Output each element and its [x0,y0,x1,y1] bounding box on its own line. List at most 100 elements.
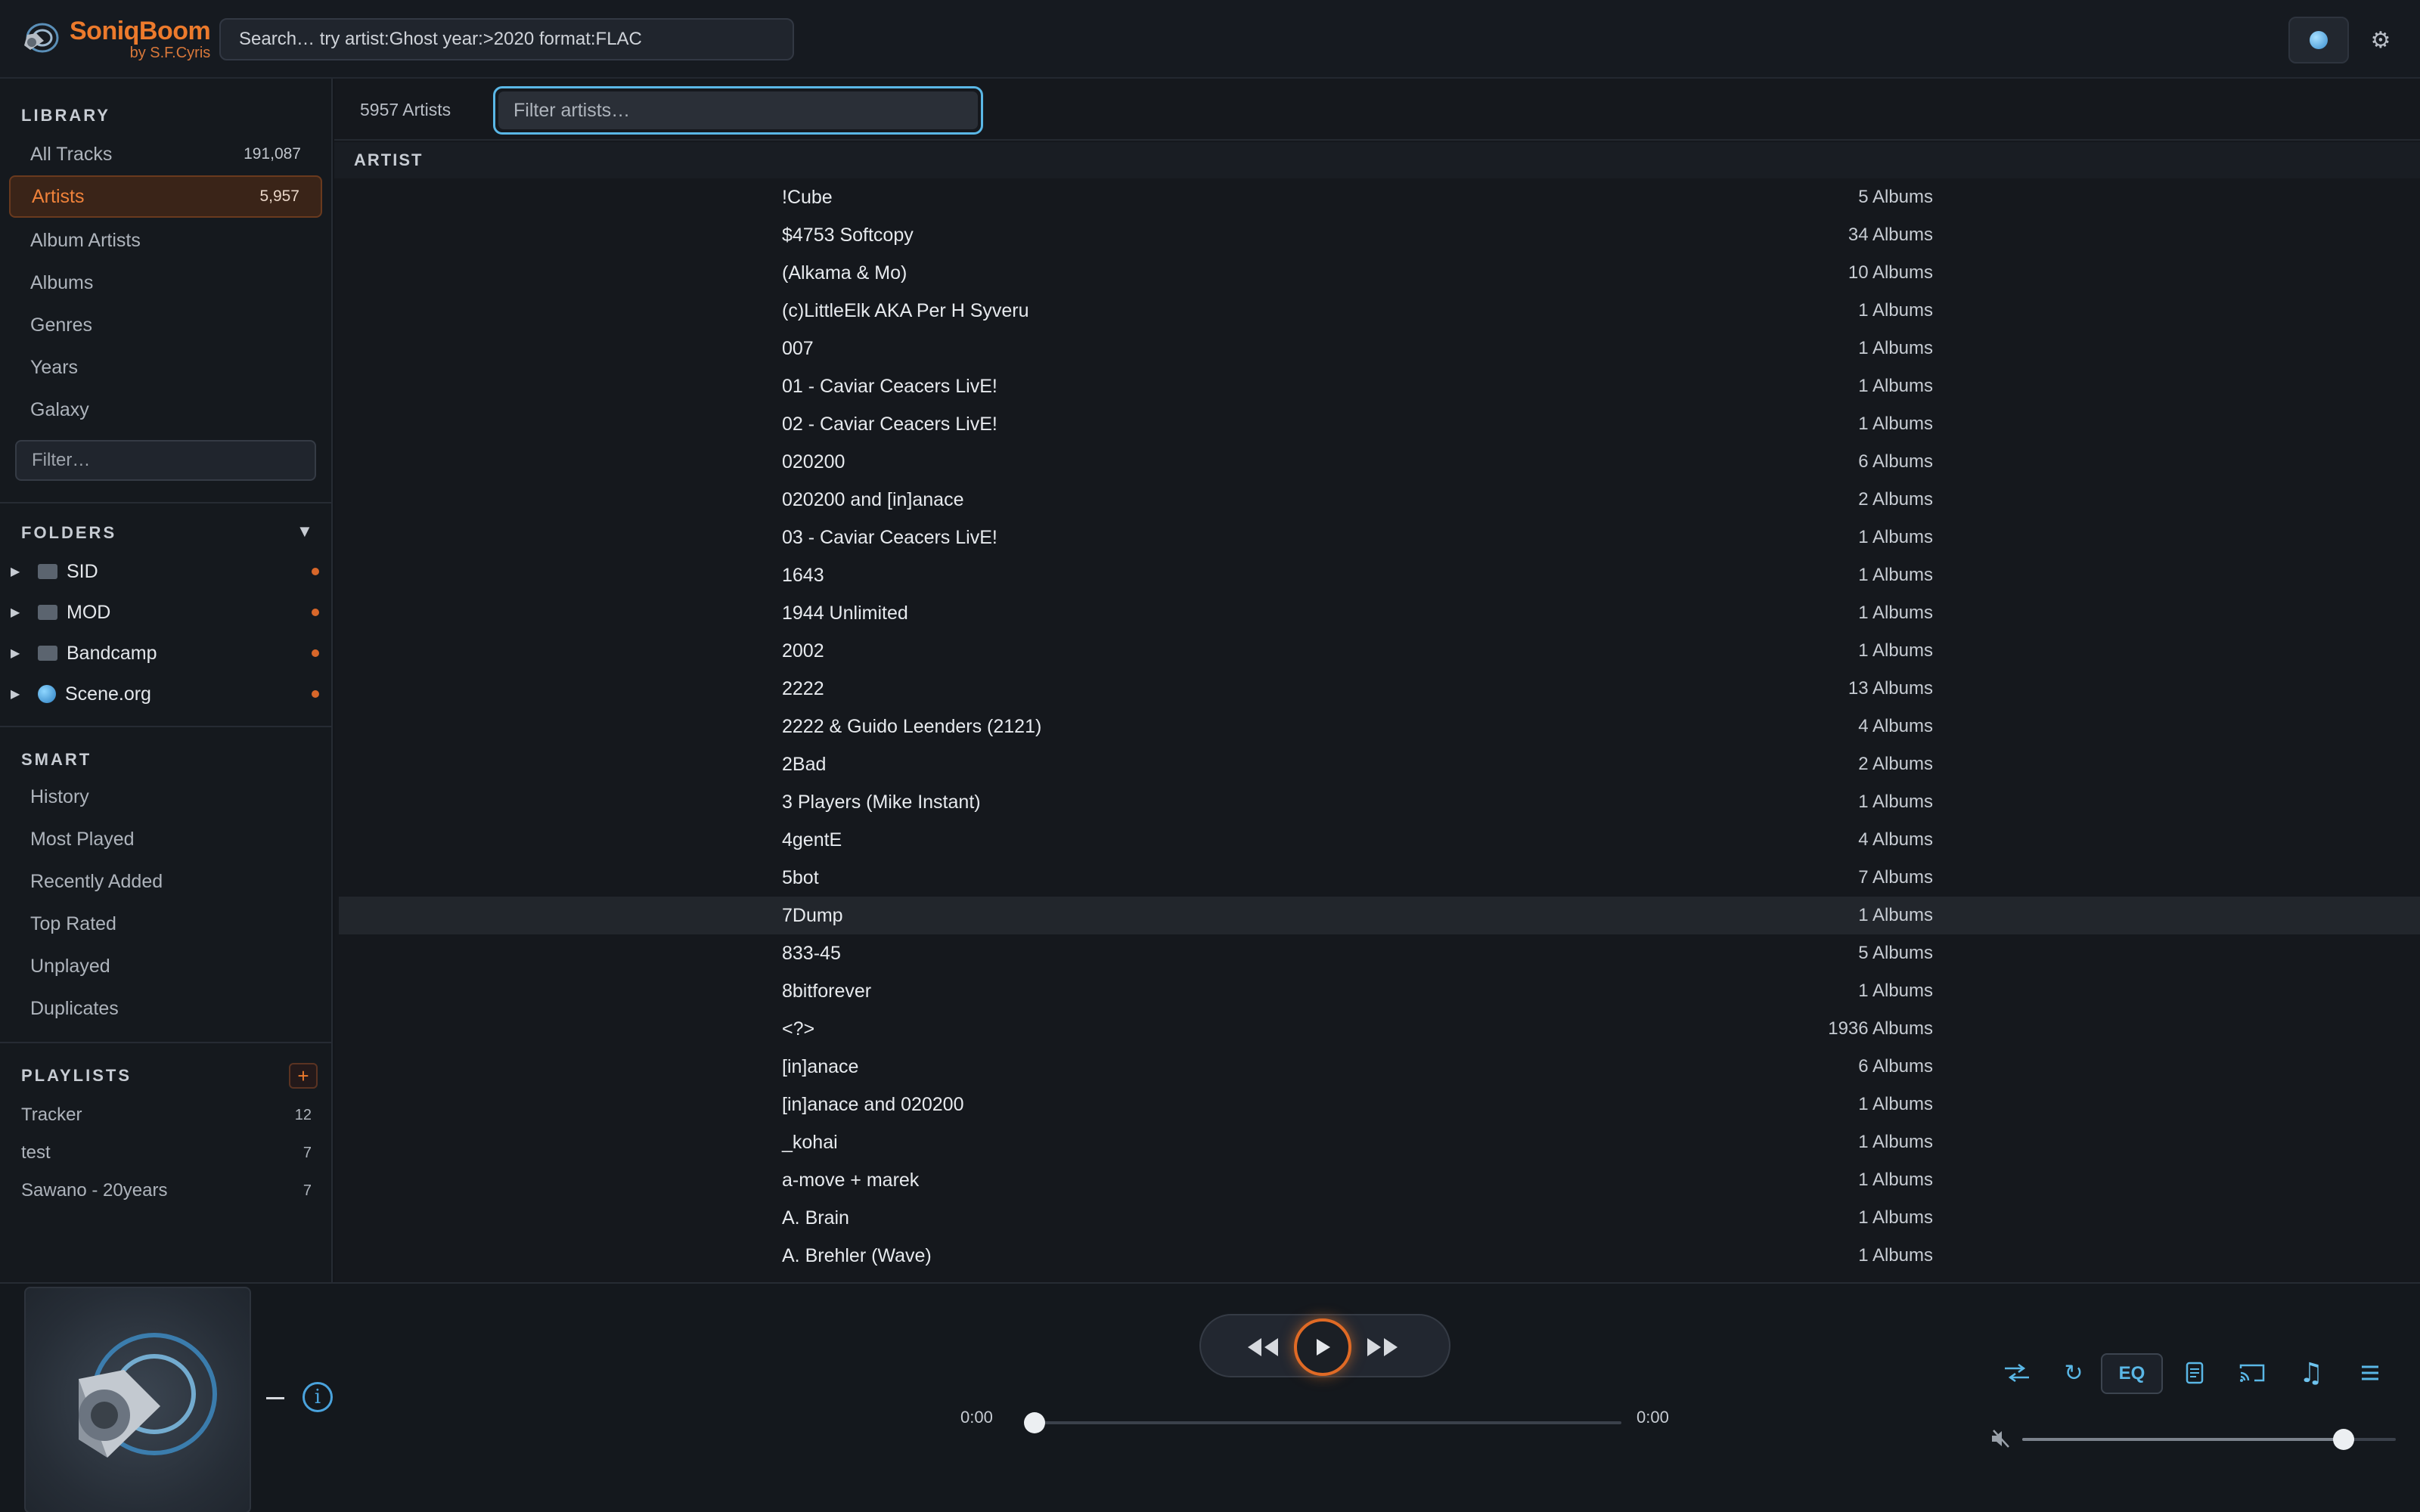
artist-row[interactable]: 02 - Caviar Ceacers LivE! 1 Albums [339,405,2420,443]
queue-button[interactable] [2355,1353,2385,1393]
previous-button[interactable] [1240,1315,1286,1379]
playlist-item-test[interactable]: test 7 [21,1136,312,1170]
repeat-button[interactable]: ↻ [2059,1353,2089,1393]
globe-icon [2310,31,2328,49]
mute-icon[interactable] [1990,1427,2012,1450]
sidebar-item-albums[interactable]: Albums [9,262,322,304]
shuffle-icon [2005,1363,2029,1383]
artist-row[interactable]: !Cube 5 Albums [339,178,2420,216]
cast-button[interactable] [2235,1353,2269,1393]
column-header-artist[interactable]: ARTIST [334,142,2420,178]
artists-count: 5957 Artists [360,100,451,119]
folder-item-mod[interactable]: ▶ MOD [11,594,321,631]
artist-row[interactable]: 7Dump 1 Albums [339,897,2420,934]
artist-row[interactable]: (Alkama & Mo) 10 Albums [339,254,2420,292]
artist-album-count: 1 Albums [1858,338,1933,358]
shuffle-button[interactable] [2001,1353,2033,1393]
track-info-button[interactable]: i [302,1382,333,1412]
sidebar-item-unplayed[interactable]: Unplayed [9,945,322,987]
playlist-count: 7 [302,1144,312,1161]
folder-label: Bandcamp [67,642,157,664]
expand-arrow-icon[interactable]: ▶ [11,605,26,620]
now-playing-button[interactable]: ♫ [2293,1353,2329,1393]
sidebar-filter-input[interactable]: Filter… [15,440,316,481]
artist-name: 2Bad [782,753,827,775]
time-total: 0:00 [1637,1408,1669,1427]
expand-arrow-icon[interactable]: ▶ [11,646,26,661]
folder-icon [38,605,57,620]
artist-row[interactable]: 3 Players (Mike Instant) 1 Albums [339,783,2420,821]
artist-row[interactable]: A. Brain 1 Albums [339,1199,2420,1237]
sidebar-item-galaxy[interactable]: Galaxy [9,389,322,431]
expand-arrow-icon[interactable]: ▶ [11,686,26,702]
artist-row[interactable]: [in]anace and 020200 1 Albums [339,1086,2420,1123]
artist-name: 2222 & Guido Leenders (2121) [782,715,1042,737]
artist-filter-input[interactable]: Filter artists… [498,91,978,129]
artist-row[interactable]: [in]anace 6 Albums [339,1048,2420,1086]
sidebar-item-recently-added[interactable]: Recently Added [9,860,322,903]
artist-row[interactable]: a-move + marek 1 Albums [339,1161,2420,1199]
sidebar-item-duplicates[interactable]: Duplicates [9,987,322,1030]
artist-row[interactable]: 5bot 7 Albums [339,859,2420,897]
sidebar-item-artists[interactable]: Artists 5,957 [9,175,322,218]
sidebar-item-most-played[interactable]: Most Played [9,818,322,860]
volume-handle[interactable] [2332,1429,2354,1450]
artist-row[interactable]: 2222 13 Albums [339,670,2420,708]
artist-row[interactable]: _kohai 1 Albums [339,1123,2420,1161]
volume-fill [2022,1438,2344,1441]
artist-row[interactable]: 2002 1 Albums [339,632,2420,670]
remote-library-button[interactable] [2288,17,2349,64]
artist-row[interactable]: (c)LittleElk AKA Per H Syveru 1 Albums [339,292,2420,330]
artist-row[interactable]: 1643 1 Albums [339,556,2420,594]
library-title: LIBRARY [21,106,110,125]
sidebar-item-history[interactable]: History [9,776,322,818]
seek-bar[interactable] [1035,1421,1621,1424]
app-logo[interactable]: SoniqBoom by S.F.Cyris [20,15,211,64]
add-playlist-button[interactable]: + [289,1063,318,1089]
artist-row[interactable]: 8bitforever 1 Albums [339,972,2420,1010]
artist-row[interactable]: <?> 1936 Albums [339,1010,2420,1048]
fast-forward-icon [1367,1338,1398,1356]
equalizer-button[interactable]: EQ [2101,1353,2163,1394]
repeat-icon: ↻ [2064,1359,2083,1387]
search-input[interactable]: Search… try artist:Ghost year:>2020 form… [219,18,794,60]
artist-row[interactable]: 1944 Unlimited 1 Albums [339,594,2420,632]
artist-name: 8bitforever [782,980,872,1002]
sidebar-item-album-artists[interactable]: Album Artists [9,219,322,262]
expand-arrow-icon[interactable]: ▶ [11,564,26,579]
artist-row[interactable]: 03 - Caviar Ceacers LivE! 1 Albums [339,519,2420,556]
sidebar-item-all-tracks[interactable]: All Tracks 191,087 [9,133,322,175]
artist-row[interactable]: A. Brehler (Wave) 1 Albums [339,1237,2420,1275]
play-button[interactable] [1294,1318,1351,1376]
folders-collapse-toggle[interactable]: ▼ [296,522,313,541]
folder-item-scene-org[interactable]: ▶ Scene.org [11,676,321,712]
artist-row[interactable]: 020200 6 Albums [339,443,2420,481]
artist-album-count: 6 Albums [1858,1056,1933,1077]
artist-row[interactable]: 007 1 Albums [339,330,2420,367]
artist-name: $4753 Softcopy [782,224,914,246]
artist-row[interactable]: 2222 & Guido Leenders (2121) 4 Albums [339,708,2420,745]
sidebar-item-label: Most Played [30,828,135,850]
playlist-item-sawano[interactable]: Sawano - 20years 7 [21,1173,312,1208]
sidebar-item-years[interactable]: Years [9,346,322,389]
album-art[interactable] [24,1287,251,1512]
folder-item-sid[interactable]: ▶ SID [11,553,321,590]
sidebar-item-genres[interactable]: Genres [9,304,322,346]
folder-item-bandcamp[interactable]: ▶ Bandcamp [11,635,321,671]
seek-handle[interactable] [1024,1412,1045,1433]
next-button[interactable] [1360,1315,1405,1379]
sidebar-item-top-rated[interactable]: Top Rated [9,903,322,945]
artist-row[interactable]: 2Bad 2 Albums [339,745,2420,783]
artist-album-count: 2 Albums [1858,489,1933,510]
settings-button[interactable]: ⚙ [2360,17,2402,64]
artist-row[interactable]: 833-45 5 Albums [339,934,2420,972]
playlist-item-tracker[interactable]: Tracker 12 [21,1098,312,1132]
artist-row[interactable]: 020200 and [in]anace 2 Albums [339,481,2420,519]
artist-filter-field[interactable]: Filter artists… [493,86,983,135]
artist-row[interactable]: $4753 Softcopy 34 Albums [339,216,2420,254]
queue-list-icon [2362,1365,2378,1380]
artist-row[interactable]: 01 - Caviar Ceacers LivE! 1 Albums [339,367,2420,405]
artist-row[interactable]: 4gentE 4 Albums [339,821,2420,859]
lyrics-button[interactable] [2180,1353,2210,1393]
artist-name: A. Brain [782,1207,849,1228]
